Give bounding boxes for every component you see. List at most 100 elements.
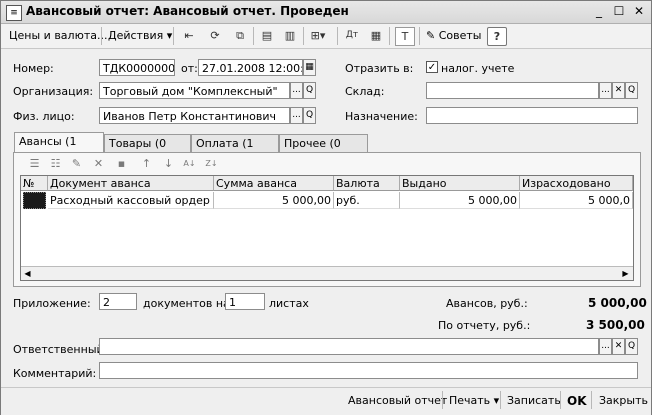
- copy-row-icon[interactable]: ☷: [48, 156, 63, 171]
- tab-other[interactable]: Прочее (0 поз.): [279, 134, 368, 168]
- organization-select-button[interactable]: ...: [290, 82, 303, 99]
- column-header-number[interactable]: №: [21, 176, 48, 191]
- comment-field[interactable]: [99, 362, 638, 379]
- tips-icon: ✎: [426, 29, 436, 42]
- bottom-separator: [591, 391, 592, 409]
- print-label: Печать: [449, 394, 491, 407]
- go-to-start-icon[interactable]: ⇤: [180, 27, 198, 44]
- refresh-icon[interactable]: ⟳: [206, 27, 224, 44]
- tab-advances[interactable]: Авансы (1 поз.): [14, 132, 104, 166]
- currency-cell[interactable]: руб.: [334, 192, 400, 209]
- post-icon[interactable]: ▤: [258, 27, 276, 44]
- report-icon[interactable]: Т: [395, 27, 415, 46]
- sort-ascending-icon[interactable]: A↓: [182, 156, 197, 171]
- attachment-docs-field[interactable]: 2: [99, 293, 137, 310]
- column-header-issued[interactable]: Выдано: [400, 176, 520, 191]
- number-field[interactable]: ТДК00000001: [99, 59, 175, 76]
- move-up-icon[interactable]: ↑: [139, 156, 154, 171]
- number-label: Номер:: [13, 62, 54, 75]
- close-button[interactable]: Закрыть: [599, 392, 648, 410]
- window-title: Авансовый отчет: Авансовый отчет. Провед…: [26, 4, 349, 18]
- tab-payment[interactable]: Оплата (1 поз.): [191, 134, 279, 168]
- column-header-advance-sum[interactable]: Сумма аванса: [214, 176, 334, 191]
- comment-label: Комментарий:: [13, 367, 97, 380]
- toolbar: Цены и валюта... Действия ▾ ⇤ ⟳ ⧉ ▤ ▥ ⊞▾…: [1, 24, 651, 49]
- sheets-label: листах: [269, 297, 309, 310]
- save-button[interactable]: Записать: [507, 392, 561, 410]
- responsible-field[interactable]: [99, 338, 599, 355]
- toolbar-separator: [337, 27, 338, 45]
- warehouse-label: Склад:: [345, 85, 385, 98]
- person-label: Физ. лицо:: [13, 110, 75, 123]
- journal-icon[interactable]: ▦: [367, 27, 385, 44]
- delete-row-icon[interactable]: ✕: [91, 156, 106, 171]
- title-bar[interactable]: ≡ Авансовый отчет: Авансовый отчет. Пров…: [1, 1, 651, 24]
- calendar-icon[interactable]: ▦: [303, 59, 316, 76]
- maximize-button[interactable]: ☐: [611, 4, 627, 19]
- tax-accounting-checkbox[interactable]: ✓: [426, 61, 438, 73]
- purpose-field[interactable]: [426, 107, 638, 124]
- document-icon: ≡: [6, 5, 22, 21]
- document-cell[interactable]: Расходный кассовый ордер Т...: [48, 192, 214, 209]
- bottom-bar: Авансовый отчет Печать ▾ Записать OK Зак…: [1, 387, 651, 415]
- responsible-label: Ответственный:: [13, 343, 108, 356]
- warehouse-select-button[interactable]: ...: [599, 82, 612, 99]
- horizontal-scrollbar[interactable]: ◀ ▶: [21, 266, 633, 280]
- tab-goods[interactable]: Товары (0 поз.): [104, 134, 191, 168]
- attachment-label: Приложение:: [13, 297, 91, 310]
- move-down-icon[interactable]: ↓: [161, 156, 176, 171]
- column-header-currency[interactable]: Валюта: [334, 176, 400, 191]
- responsible-clear-icon[interactable]: ✕: [612, 338, 625, 355]
- person-select-button[interactable]: ...: [290, 107, 303, 124]
- sheets-field[interactable]: 1: [225, 293, 265, 310]
- actions-menu-button[interactable]: Действия ▾: [105, 26, 175, 45]
- responsible-open-icon[interactable]: Q: [625, 338, 638, 355]
- organization-label: Организация:: [13, 85, 94, 98]
- print-menu-button[interactable]: Печать ▾: [449, 392, 499, 410]
- add-row-icon[interactable]: ☰: [27, 156, 42, 171]
- issued-cell[interactable]: 5 000,00: [400, 192, 520, 209]
- toolbar-separator: [303, 27, 304, 45]
- document-window: ≡ Авансовый отчет: Авансовый отчет. Пров…: [0, 0, 652, 415]
- column-header-document[interactable]: Документ аванса: [48, 176, 214, 191]
- purpose-label: Назначение:: [345, 110, 418, 123]
- scroll-left-icon[interactable]: ◀: [21, 267, 34, 280]
- end-edit-icon[interactable]: ▪: [114, 156, 129, 171]
- help-icon[interactable]: ?: [487, 27, 507, 46]
- warehouse-open-icon[interactable]: Q: [625, 82, 638, 99]
- unpost-icon[interactable]: ▥: [281, 27, 299, 44]
- toolbar-separator: [173, 27, 174, 45]
- scroll-right-icon[interactable]: ▶: [619, 267, 632, 280]
- column-header-spent[interactable]: Израсходовано: [520, 176, 633, 191]
- toolbar-separator: [253, 27, 254, 45]
- dt-kt-icon[interactable]: Дт: [343, 27, 361, 44]
- prices-currency-button[interactable]: Цены и валюта...: [6, 26, 110, 45]
- spent-cell[interactable]: 5 000,0: [520, 192, 633, 209]
- warehouse-clear-icon[interactable]: ✕: [612, 82, 625, 99]
- bottom-separator: [500, 391, 501, 409]
- edit-row-icon[interactable]: ✎: [69, 156, 84, 171]
- by-report-label: По отчету, руб.:: [438, 319, 531, 332]
- organization-field[interactable]: Торговый дом "Комплексный": [99, 82, 290, 99]
- ok-button[interactable]: OK: [567, 392, 587, 410]
- organization-open-icon[interactable]: Q: [303, 82, 316, 99]
- person-open-icon[interactable]: Q: [303, 107, 316, 124]
- advances-table[interactable]: № Документ аванса Сумма аванса Валюта Вы…: [20, 175, 634, 281]
- copy-document-icon[interactable]: ⧉: [231, 27, 249, 44]
- chevron-down-icon: ▾: [493, 394, 500, 407]
- by-report-value: 3 500,00: [586, 318, 645, 332]
- advance-sum-cell[interactable]: 5 000,00: [214, 192, 334, 209]
- sort-descending-icon[interactable]: Z↓: [204, 156, 219, 171]
- warehouse-field[interactable]: [426, 82, 599, 99]
- docs-on-label: документов на: [143, 297, 230, 310]
- tips-button[interactable]: ✎ Советы: [423, 26, 484, 45]
- responsible-select-button[interactable]: ...: [599, 338, 612, 355]
- minimize-button[interactable]: _: [591, 4, 607, 19]
- structure-icon[interactable]: ⊞▾: [309, 27, 327, 44]
- person-field[interactable]: Иванов Петр Константинович: [99, 107, 290, 124]
- toolbar-separator: [101, 27, 102, 45]
- date-field[interactable]: 27.01.2008 12:00:01: [198, 59, 303, 76]
- advance-report-button[interactable]: Авансовый отчет: [348, 392, 447, 410]
- row-number-cell[interactable]: [23, 192, 46, 209]
- close-window-button[interactable]: ✕: [631, 4, 647, 19]
